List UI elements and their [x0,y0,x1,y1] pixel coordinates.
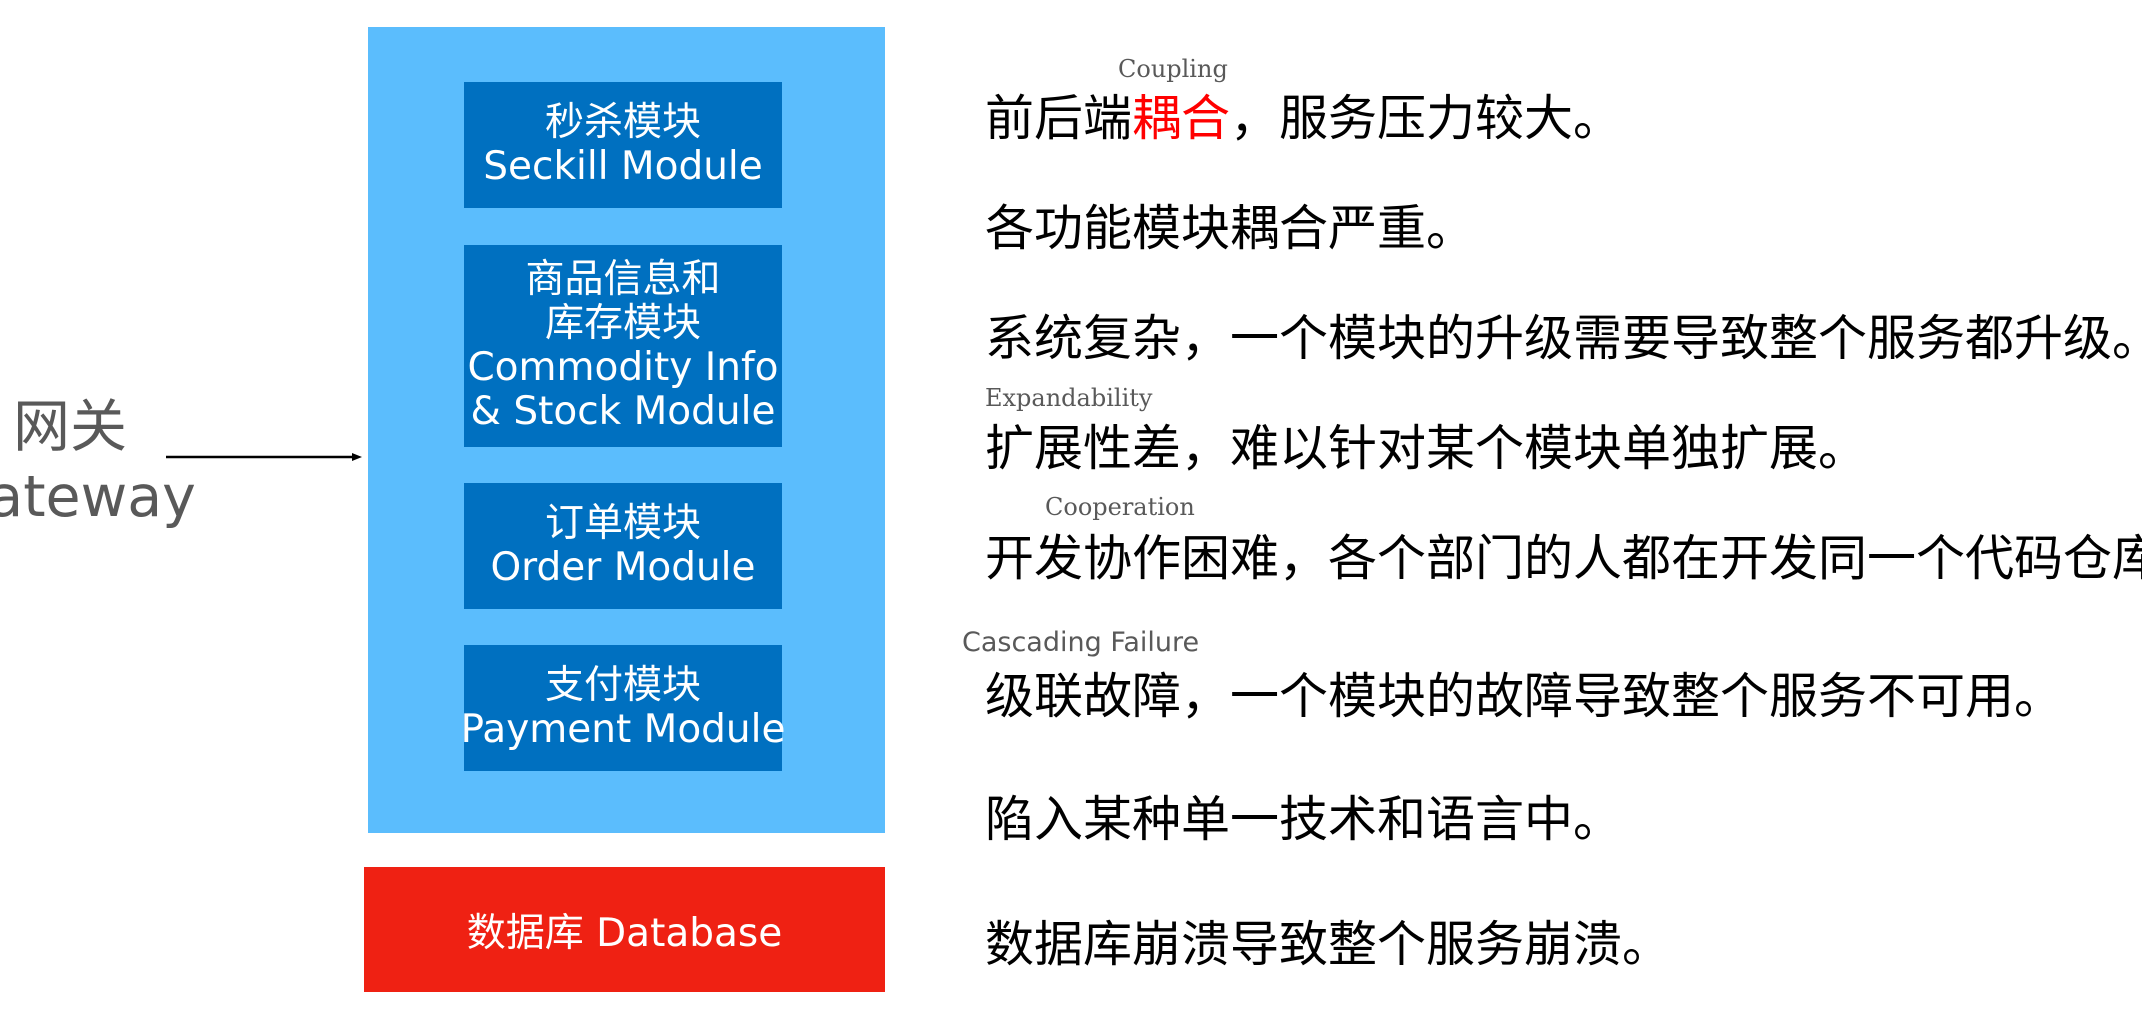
module-seckill-en: Seckill Module [483,144,763,189]
module-order-en: Order Module [490,545,756,590]
annotation-cooperation: Cooperation [1045,493,1195,521]
database-box: 数据库 Database [364,867,885,992]
module-commodity-en-line1: Commodity Info [467,345,779,390]
annotation-cascading-failure: Cascading Failure [962,627,1200,658]
module-order: 订单模块 Order Module [464,483,782,609]
issue-coupling-highlight: 耦合 [1132,90,1231,147]
gateway-label-en: Gateway [0,464,196,530]
monolith-container: 秒杀模块 Seckill Module 商品信息和 库存模块 Commodity… [368,27,885,833]
issue-cascading-failure: 级联故障，一个模块的故障导致整个服务不可用。 [985,668,2064,725]
issue-module-coupling: 各功能模块耦合严重。 [985,200,1476,257]
module-payment: 支付模块 Payment Module [461,645,785,771]
issue-coupling: 前后端耦合，服务压力较大。 [985,90,1622,148]
issue-system-complexity: 系统复杂，一个模块的升级需要导致整个服务都升级。 [985,310,2142,367]
module-order-cn: 订单模块 [544,501,701,546]
issue-cooperation: 开发协作困难，各个部门的人都在开发同一个代码仓库。 [985,530,2142,587]
annotation-coupling: Coupling [1118,55,1228,83]
issue-database-crash: 数据库崩溃导致整个服务崩溃。 [985,916,1672,973]
issue-coupling-prefix: 前后端 [985,90,1133,147]
issue-coupling-suffix: ，服务压力较大。 [1230,90,1623,147]
issue-expandability: 扩展性差，难以针对某个模块单独扩展。 [985,420,1868,477]
module-commodity-cn-line2: 库存模块 [544,301,701,346]
module-payment-cn: 支付模块 [544,663,701,708]
gateway-arrow [166,453,362,461]
module-commodity-cn-line1: 商品信息和 [525,257,721,302]
module-seckill: 秒杀模块 Seckill Module [464,82,782,208]
issue-single-tech: 陷入某种单一技术和语言中。 [985,791,1623,848]
module-seckill-cn: 秒杀模块 [544,100,701,145]
module-commodity-en-line2: & Stock Module [470,389,776,434]
annotation-expandability: Expandability [985,384,1153,412]
module-payment-en: Payment Module [460,707,786,752]
module-commodity-stock: 商品信息和 库存模块 Commodity Info & Stock Module [464,245,782,447]
database-label: 数据库 Database [466,910,783,956]
